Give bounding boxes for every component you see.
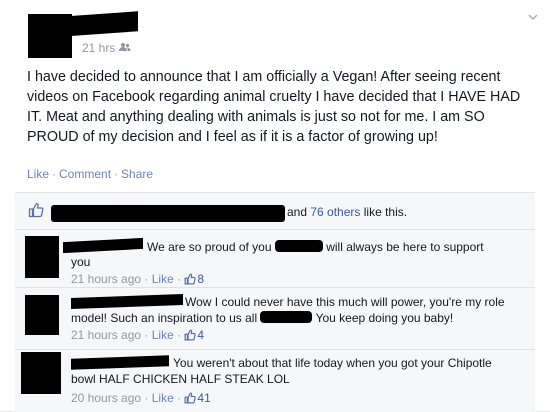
comment-like-link[interactable]: Like xyxy=(152,328,174,342)
comment-like-link[interactable]: Like xyxy=(152,391,174,405)
separator: · xyxy=(52,167,57,181)
comment-like-link[interactable]: Like xyxy=(152,272,174,286)
thumbs-up-icon xyxy=(184,273,197,285)
comment-time[interactable]: 20 hours ago xyxy=(71,391,141,405)
comment-time[interactable]: 21 hours ago xyxy=(71,328,141,342)
comment-text-line2: bowl HALF CHICKEN HALF STEAK LOL xyxy=(71,372,531,387)
redacted-commenter-name xyxy=(71,355,169,370)
feedback-section: and 76 others like this. We are so proud… xyxy=(15,192,535,412)
comment-text-part: bowl HALF CHICKEN HALF STEAK LOL xyxy=(71,372,290,386)
friends-icon[interactable] xyxy=(119,42,131,55)
like-link[interactable]: Like xyxy=(27,167,49,181)
likes-and-text: and xyxy=(287,205,311,219)
comment-text-part: You keep doing you baby! xyxy=(312,311,454,325)
redacted-name xyxy=(260,311,313,323)
comment-text: You weren't about that life today when y… xyxy=(173,356,531,371)
redacted-avatar xyxy=(21,352,61,394)
separator: · xyxy=(114,167,119,181)
comment-text: We are so proud of you will always be he… xyxy=(147,240,531,255)
comment-time[interactable]: 21 hours ago xyxy=(71,272,141,286)
comment-like-count[interactable]: 8 xyxy=(197,272,204,286)
post-body-text: I have decided to announce that I am off… xyxy=(27,69,521,145)
comment-text-part: you xyxy=(71,255,91,269)
comment-item: You weren't about that life today when y… xyxy=(15,349,535,412)
comment-meta: 21 hours ago · Like · 8 xyxy=(71,272,205,286)
redacted-name xyxy=(274,240,323,252)
comment-text-part: You weren't about that life today when y… xyxy=(173,356,492,370)
redacted-commenter-name xyxy=(63,237,143,254)
redacted-author-name xyxy=(60,11,138,37)
comment-text: Wow I could never have this much will po… xyxy=(185,295,531,310)
comment-meta: 21 hours ago · Like · 4 xyxy=(71,328,205,342)
chevron-down-icon[interactable] xyxy=(526,10,540,24)
likes-summary: and 76 others like this. xyxy=(15,193,535,230)
redacted-avatar xyxy=(25,295,59,335)
redacted-avatar xyxy=(25,236,59,278)
thumbs-up-icon xyxy=(184,392,197,404)
post-timestamp[interactable]: 21 hrs xyxy=(82,41,115,55)
comment-item: Wow I could never have this much will po… xyxy=(15,287,535,350)
comment-text-line2: you xyxy=(71,255,531,270)
post-actions: Like · Comment · Share xyxy=(27,167,153,181)
redacted-liker-names xyxy=(51,205,285,222)
share-link[interactable]: Share xyxy=(121,167,153,181)
thumbs-up-icon xyxy=(28,202,44,218)
comment-like-count[interactable]: 41 xyxy=(197,391,210,405)
thumbs-up-icon xyxy=(184,329,197,341)
comment-link[interactable]: Comment xyxy=(59,167,111,181)
comment-text-part: Wow I could never have this much will po… xyxy=(185,295,505,309)
comment-item: We are so proud of you will always be he… xyxy=(15,229,535,288)
comment-text-part: We are so proud of you xyxy=(147,240,275,254)
comment-text-part: model! Such an inspiration to us all xyxy=(71,311,261,325)
redacted-commenter-name xyxy=(71,294,183,309)
others-link[interactable]: 76 others xyxy=(310,205,360,219)
comment-text-part: will always be here to support xyxy=(322,240,484,254)
comment-text-line2: model! Such an inspiration to us all You… xyxy=(71,311,531,326)
post-timestamp-row: 21 hrs xyxy=(82,41,131,55)
facebook-post-card: 21 hrs I have decided to announce that I… xyxy=(0,0,550,412)
likes-text: and 76 others like this. xyxy=(287,205,407,219)
comment-like-count[interactable]: 4 xyxy=(197,328,204,342)
likes-suffix: like this. xyxy=(360,205,408,219)
comment-meta: 20 hours ago · Like · 41 xyxy=(71,391,211,405)
